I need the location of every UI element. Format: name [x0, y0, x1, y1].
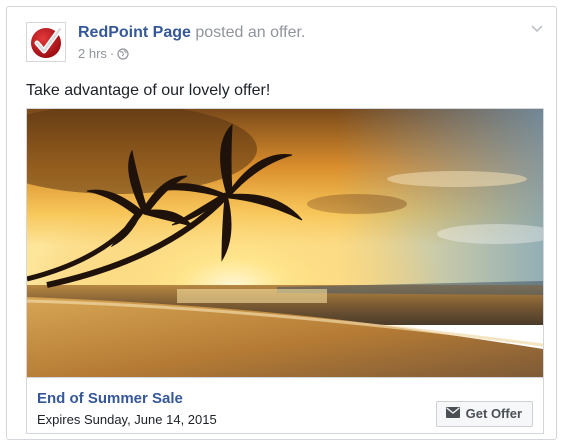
post-timestamp[interactable]: 2 hrs	[78, 46, 107, 61]
offer-footer: End of Summer Sale Expires Sunday, June …	[27, 377, 543, 434]
offer-attachment[interactable]: End of Summer Sale Expires Sunday, June …	[26, 108, 544, 434]
beach-sunset-image	[27, 109, 543, 377]
meta-separator: ·	[109, 46, 115, 61]
page-name-link[interactable]: RedPoint Page	[78, 24, 191, 41]
post-message: Take advantage of our lovely offer!	[26, 82, 271, 99]
page-avatar[interactable]	[26, 22, 66, 62]
get-offer-label: Get Offer	[465, 406, 522, 421]
post-action-text: posted an offer.	[195, 24, 306, 41]
offer-expiration: Expires Sunday, June 14, 2015	[37, 412, 217, 427]
offer-image[interactable]	[27, 109, 543, 377]
offer-post-card: RedPoint Page posted an offer. 2 hrs · Ta…	[6, 6, 557, 440]
globe-icon[interactable]	[117, 48, 129, 64]
post-header: RedPoint Page posted an offer.	[78, 23, 305, 43]
chevron-down-icon[interactable]	[530, 21, 544, 35]
get-offer-button[interactable]: Get Offer	[435, 401, 533, 427]
redpoint-logo-icon	[31, 26, 63, 58]
envelope-icon	[445, 402, 460, 426]
offer-title[interactable]: End of Summer Sale	[37, 390, 183, 407]
post-meta: 2 hrs ·	[78, 46, 129, 64]
